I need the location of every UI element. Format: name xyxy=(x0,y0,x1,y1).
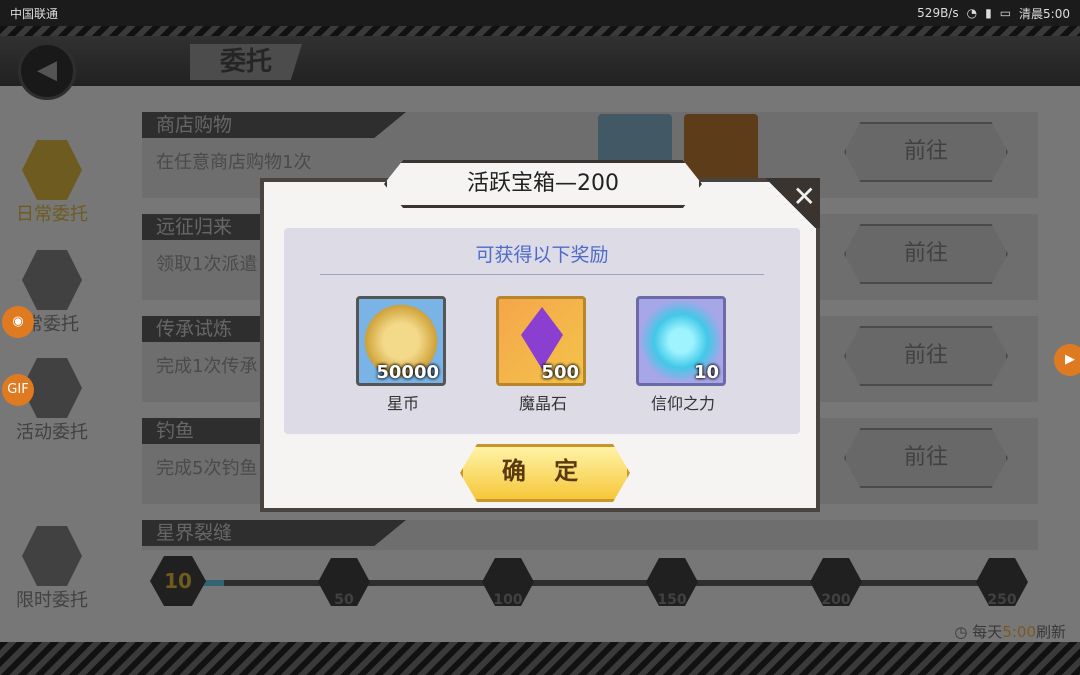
divider xyxy=(320,274,764,275)
dialog-title: 活跃宝箱—200 xyxy=(384,160,702,208)
carrier-label: 中国联通 xyxy=(10,6,59,21)
camera-button[interactable]: ◉ xyxy=(2,306,34,338)
blue-flame-icon: 10 xyxy=(636,296,726,386)
close-button[interactable]: ✕ xyxy=(760,178,820,228)
confirm-button[interactable]: 确 定 xyxy=(460,444,630,502)
wifi-icon: ◔ xyxy=(966,6,978,20)
battery-icon: ▭ xyxy=(999,6,1012,20)
reward-dialog: 活跃宝箱—200 ✕ 可获得以下奖励 50000 星币 500 魔晶石 10 信… xyxy=(260,160,820,512)
reward-heading: 可获得以下奖励 xyxy=(475,244,609,266)
status-bar: 中国联通 529B/s ◔ ▮ ▭ 清晨5:00 xyxy=(0,0,1080,26)
top-border xyxy=(0,26,1080,36)
clock: 清晨5:00 xyxy=(1019,6,1070,21)
reward-count: 10 xyxy=(693,362,719,383)
game-screen: ◀ 委托 日常委托 常委托 活动委托 限时委托 商店购物 在任意商店购物1次 前… xyxy=(0,36,1080,642)
crystal-shape xyxy=(521,307,563,369)
reward-name: 信仰之力 xyxy=(650,394,715,413)
reward-count: 50000 xyxy=(376,362,439,383)
purple-crystal-icon: 500 xyxy=(496,296,586,386)
network-speed: 529B/s xyxy=(917,6,959,20)
reward-item[interactable]: 50000 星币 xyxy=(356,296,450,414)
camera-icon: ◉ xyxy=(12,314,24,329)
reward-count: 500 xyxy=(541,362,579,383)
gold-coin-icon: 50000 xyxy=(356,296,446,386)
reward-item[interactable]: 500 魔晶石 xyxy=(496,296,590,414)
reward-name: 魔晶石 xyxy=(518,394,567,413)
gif-button[interactable]: GIF xyxy=(2,374,34,406)
close-icon: ✕ xyxy=(792,180,816,213)
reward-panel: 可获得以下奖励 50000 星币 500 魔晶石 10 信仰之力 xyxy=(284,228,800,434)
reward-name: 星币 xyxy=(386,394,419,413)
record-button[interactable]: ▶ xyxy=(1054,344,1080,376)
video-icon: ▶ xyxy=(1065,352,1075,367)
bottom-border xyxy=(0,642,1080,675)
reward-item[interactable]: 10 信仰之力 xyxy=(636,296,730,414)
signal-icon: ▮ xyxy=(985,6,992,20)
